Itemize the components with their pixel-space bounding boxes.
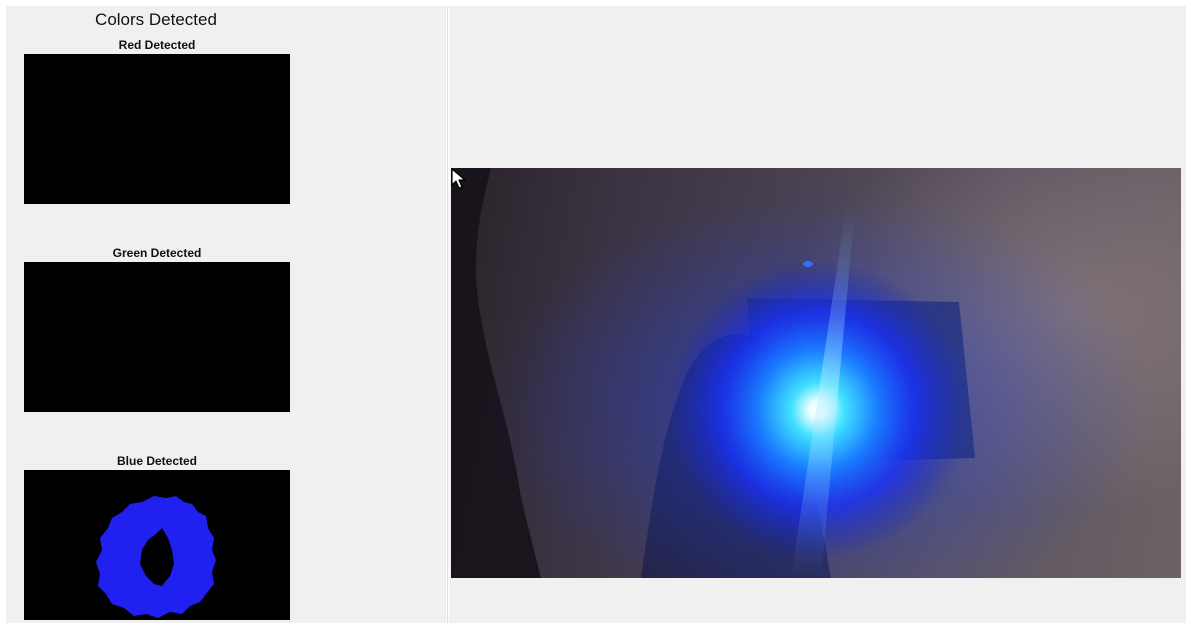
blue-ring-mask: [96, 496, 216, 618]
blue-mask-axes: [24, 470, 290, 620]
red-mask-axes: [24, 54, 290, 204]
webcam-scene: [451, 168, 1146, 578]
webcam-image: [451, 168, 1181, 578]
green-axes-title: Green Detected: [112, 246, 202, 260]
color-detection-figure: Colors Detected Red Detected Green Detec…: [6, 6, 446, 623]
figure-suptitle: Colors Detected: [95, 10, 217, 29]
mouse-pointer-icon: [451, 168, 466, 189]
reflection-dot: [803, 261, 813, 267]
screen: Colors Detected Red Detected Green Detec…: [0, 0, 1191, 629]
red-axes-title: Red Detected: [118, 38, 196, 52]
blue-axes-title: Blue Detected: [116, 454, 198, 468]
camera-figure: [451, 6, 1186, 623]
green-mask-axes: [24, 262, 290, 412]
